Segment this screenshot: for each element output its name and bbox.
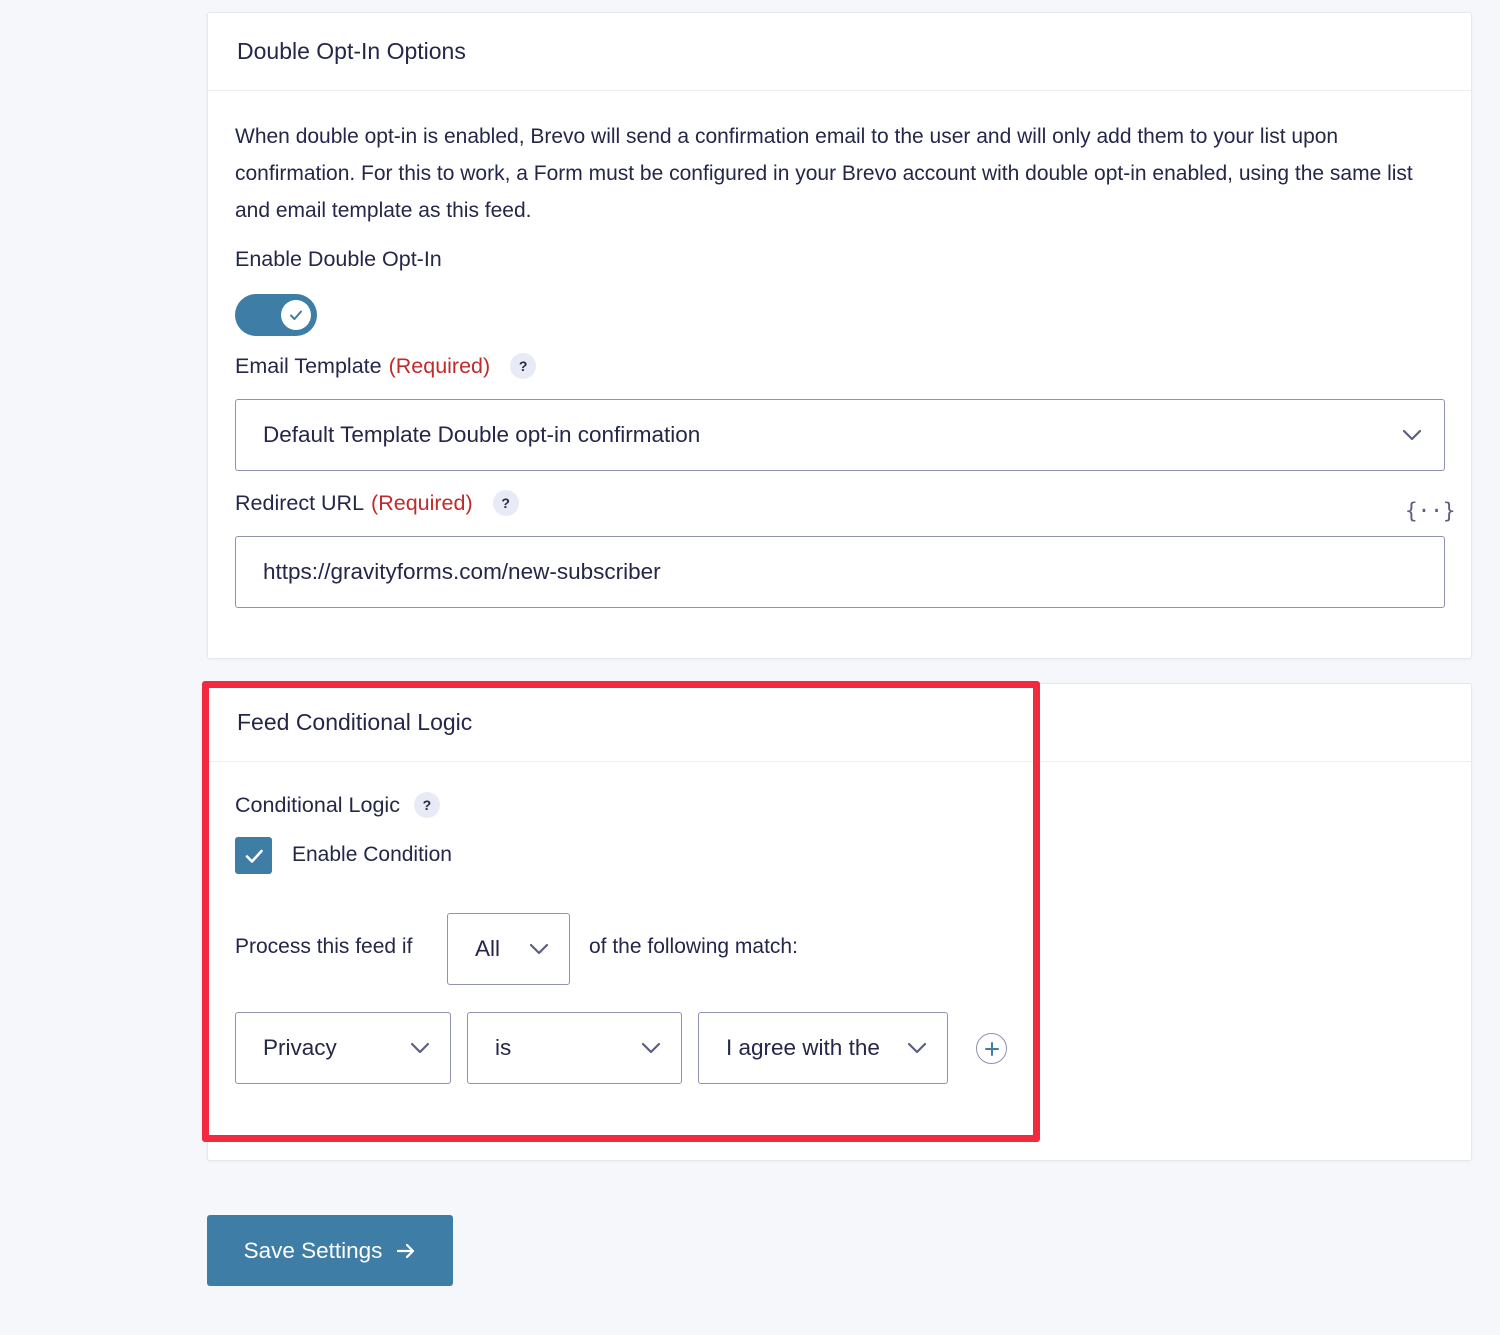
redirect-url-label: Redirect URL bbox=[235, 491, 364, 516]
enable-double-optin-toggle[interactable] bbox=[235, 294, 317, 336]
enable-condition-label[interactable]: Enable Condition bbox=[292, 843, 452, 867]
email-template-help-icon[interactable]: ? bbox=[510, 353, 536, 379]
conditional-logic-card: Feed Conditional Logic Conditional Logic… bbox=[207, 683, 1472, 1161]
chevron-down-icon bbox=[1402, 429, 1422, 441]
email-template-select[interactable]: Default Template Double opt-in confirmat… bbox=[235, 399, 1445, 471]
required-indicator: (Required) bbox=[389, 354, 491, 379]
redirect-url-input[interactable]: https://gravityforms.com/new-subscriber bbox=[235, 536, 1445, 608]
rule-value-value: I agree with the bbox=[726, 1035, 907, 1061]
save-settings-button[interactable]: Save Settings bbox=[207, 1215, 453, 1286]
match-type-value: All bbox=[475, 936, 529, 962]
match-type-select[interactable]: All bbox=[447, 913, 570, 985]
check-icon bbox=[288, 307, 304, 323]
rule-operator-value: is bbox=[495, 1035, 641, 1061]
enable-condition-checkbox[interactable] bbox=[235, 837, 272, 874]
toggle-knob bbox=[281, 300, 311, 330]
email-template-label: Email Template bbox=[235, 354, 382, 379]
email-template-value: Default Template Double opt-in confirmat… bbox=[263, 422, 1402, 448]
save-settings-label: Save Settings bbox=[244, 1238, 383, 1264]
redirect-url-label-row: Redirect URL (Required) ? bbox=[235, 490, 519, 516]
chevron-down-icon bbox=[410, 1042, 430, 1054]
rule-operator-select[interactable]: is bbox=[467, 1012, 682, 1084]
rule-field-select[interactable]: Privacy bbox=[235, 1012, 451, 1084]
check-icon bbox=[243, 845, 265, 867]
rule-field-value: Privacy bbox=[263, 1035, 410, 1061]
chevron-down-icon bbox=[907, 1042, 927, 1054]
process-feed-suffix: of the following match: bbox=[589, 935, 798, 959]
redirect-url-help-icon[interactable]: ? bbox=[493, 490, 519, 516]
arrow-right-icon bbox=[396, 1243, 416, 1259]
chevron-down-icon bbox=[529, 943, 549, 955]
rule-value-select[interactable]: I agree with the bbox=[698, 1012, 948, 1084]
email-template-label-row: Email Template (Required) ? bbox=[235, 353, 536, 379]
process-feed-prefix: Process this feed if bbox=[235, 935, 412, 959]
conditional-logic-label: Conditional Logic bbox=[235, 793, 400, 818]
conditional-logic-label-row: Conditional Logic ? bbox=[235, 792, 440, 818]
add-rule-button[interactable] bbox=[976, 1033, 1007, 1064]
conditional-logic-help-icon[interactable]: ? bbox=[414, 792, 440, 818]
merge-tag-icon[interactable]: {··} bbox=[1405, 499, 1456, 523]
required-indicator: (Required) bbox=[371, 491, 473, 516]
double-optin-title: Double Opt-In Options bbox=[208, 13, 1471, 91]
double-optin-description: When double opt-in is enabled, Brevo wil… bbox=[235, 118, 1445, 229]
enable-double-optin-label: Enable Double Opt-In bbox=[235, 247, 442, 272]
plus-icon bbox=[984, 1041, 1000, 1057]
double-optin-card: Double Opt-In Options When double opt-in… bbox=[207, 12, 1472, 659]
chevron-down-icon bbox=[641, 1042, 661, 1054]
redirect-url-value: https://gravityforms.com/new-subscriber bbox=[263, 559, 1422, 585]
conditional-logic-title: Feed Conditional Logic bbox=[208, 684, 1471, 762]
